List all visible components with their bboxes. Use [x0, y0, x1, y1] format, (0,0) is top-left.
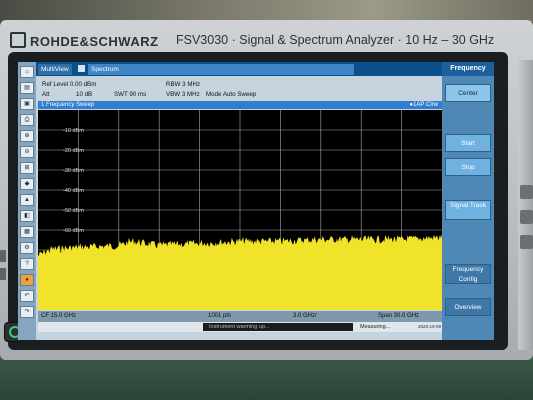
trace-info: ●1AP Clrw	[409, 102, 438, 108]
menu-header: Frequency	[442, 62, 494, 76]
sweep-mode: Mode Auto Sweep	[206, 91, 257, 98]
home-icon[interactable]: ⌂	[20, 66, 34, 78]
spectrum-plot[interactable]: -10 dBm -20 dBm -30 dBm -40 dBm -50 dBm …	[38, 110, 442, 310]
brand-emblem-icon	[10, 32, 26, 48]
left-port-2	[0, 268, 6, 280]
right-panel-strip	[518, 60, 533, 350]
ref-level: Ref Level 0.00 dBm	[42, 81, 97, 88]
background-top	[0, 0, 533, 22]
undo-icon[interactable]: ↶	[20, 290, 34, 302]
message-text: Instrument warming up...	[203, 323, 353, 331]
peak-icon[interactable]: ▲	[20, 194, 34, 206]
softkey-frequency-config[interactable]: Frequency Config	[445, 264, 491, 284]
multi-zoom-icon[interactable]: ⊞	[20, 162, 34, 174]
center-frequency: CF 15.0 GHz	[41, 313, 77, 319]
per-division: 3.0 GHz/	[293, 313, 317, 319]
tab-multiview[interactable]: MultiView	[38, 64, 72, 75]
vbw: VBW 3 MHz	[166, 91, 200, 98]
y-tick-label: -40 dBm	[63, 188, 84, 194]
spectrum-trace	[38, 234, 442, 310]
hard-key-1[interactable]	[520, 185, 533, 199]
brand-name: ROHDE&SCHWARZ	[30, 34, 159, 49]
window-title: 1 Frequency Sweep	[41, 102, 95, 108]
tab-spectrum[interactable]: Spectrum	[88, 64, 354, 75]
save-icon[interactable]: ▣	[20, 98, 34, 110]
y-tick-label: -10 dBm	[63, 128, 84, 134]
softkey-signal-track[interactable]: Signal Track	[445, 200, 491, 220]
window-title-bar[interactable]: 1 Frequency Sweep ●1AP Clrw	[38, 101, 442, 109]
zoom-in-icon[interactable]: ⊕	[20, 130, 34, 142]
softkey-panel: Center Start Stop Signal Track Frequency…	[442, 76, 494, 340]
channel-icon	[78, 65, 85, 72]
rbw: RBW 3 MHz	[166, 81, 201, 88]
left-port-1	[0, 250, 6, 262]
parameter-header: Ref Level 0.00 dBm Att 10 dB SWT 90 ms R…	[38, 78, 442, 100]
softkey-center[interactable]: Center	[445, 84, 491, 102]
help-icon[interactable]: ?	[20, 258, 34, 270]
model-title: FSV3030 · Signal & Spectrum Analyzer · 1…	[176, 33, 495, 47]
softkey-stop[interactable]: Stop	[445, 158, 491, 176]
print-icon[interactable]: ⎙	[20, 114, 34, 126]
zoom-out-icon[interactable]: ⊖	[20, 146, 34, 158]
span: Span 30.0 GHz	[378, 313, 420, 319]
status-bar: CF 15.0 GHz 1001 pts 3.0 GHz/ Span 30.0 …	[38, 311, 442, 322]
message-bar: Instrument warming up... Measuring... 20…	[38, 322, 460, 332]
spectrum-trace-svg	[38, 110, 442, 310]
att-label: Att	[42, 91, 50, 98]
marker-icon[interactable]: ◆	[20, 178, 34, 190]
table-icon[interactable]: ▦	[20, 226, 34, 238]
softkey-start[interactable]: Start	[445, 134, 491, 152]
record-icon[interactable]: ●	[20, 274, 34, 286]
redo-icon[interactable]: ↷	[20, 306, 34, 318]
left-toolbar: ⌂ ▤ ▣ ⎙ ⊕ ⊖ ⊞ ◆ ▲ ◧ ▦ ⚙ ? ● ↶ ↷	[18, 62, 36, 340]
settings-icon[interactable]: ⚙	[20, 242, 34, 254]
hard-key-2[interactable]	[520, 210, 533, 224]
screenshot-icon[interactable]: ◧	[20, 210, 34, 222]
analyzer-screen: MultiView Spectrum Frequency ⌂ ▤ ▣ ⎙ ⊕ ⊖…	[18, 62, 494, 340]
hard-key-3[interactable]	[520, 235, 533, 249]
brand-logo: ROHDE&SCHWARZ	[10, 32, 159, 49]
y-tick-label: -60 dBm	[63, 228, 84, 234]
sweep-points: 1001 pts	[208, 313, 232, 319]
sweep-time: SWT 90 ms	[114, 91, 147, 98]
measuring-status: Measuring...	[360, 324, 391, 330]
y-tick-label: -50 dBm	[63, 208, 84, 214]
open-file-icon[interactable]: ▤	[20, 82, 34, 94]
y-tick-label: -20 dBm	[63, 148, 84, 154]
att-value: 10 dB	[76, 91, 93, 98]
softkey-overview[interactable]: Overview	[445, 298, 491, 316]
y-tick-label: -30 dBm	[63, 168, 84, 174]
